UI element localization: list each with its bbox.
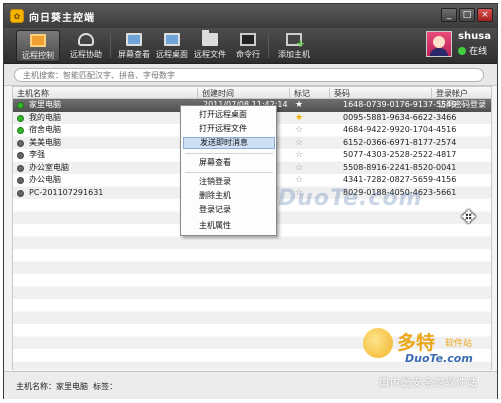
toolbar: 远程控制 远程协助 屏幕查看 远程桌面 远程文件 命令行 添加主机 <box>4 28 497 64</box>
remote-control-button[interactable]: 远程控制 <box>16 30 60 62</box>
column-header-code[interactable]: 葵码 <box>330 88 432 99</box>
remote-desktop-label: 远程桌面 <box>156 50 188 59</box>
menu-item-open-remote-file[interactable]: 打开远程文件 <box>183 123 275 135</box>
footer-host-label: 主机名称： <box>16 382 56 391</box>
star-outline-icon[interactable]: ☆ <box>295 149 303 161</box>
footer-host-value: 家里电脑 <box>56 382 88 391</box>
host-name: 李强 <box>29 150 45 159</box>
command-line-label: 命令行 <box>236 50 260 59</box>
sunflower-logo-icon: ✿ <box>10 9 24 23</box>
menu-divider <box>185 172 273 173</box>
move-cursor-icon: ✥ <box>461 207 477 228</box>
host-name: 我的电脑 <box>29 112 61 122</box>
user-area: shusa 在线 <box>426 31 491 57</box>
watermark-slogan: 国内最安全的软件站 <box>379 378 478 389</box>
menu-item-login-history[interactable]: 登录记录 <box>183 204 275 216</box>
host-code: 4341-7282-0827-5659-4156 <box>343 175 457 184</box>
star-icon[interactable]: ★ <box>295 99 303 111</box>
main-window: ✿ 向日葵主控端 _ □ × 远程控制 远程协助 屏幕查看 远程桌面 远程文件 <box>3 3 498 399</box>
star-outline-icon[interactable]: ☆ <box>295 162 303 174</box>
host-name: 办公电脑 <box>29 175 61 184</box>
add-host-icon <box>286 33 305 50</box>
minimize-button[interactable]: _ <box>441 8 457 22</box>
context-menu: 打开远程桌面 打开远程文件 发送即时消息 屏幕查看 注销登录 删除主机 登录记录… <box>180 105 277 236</box>
add-host-label: 添加主机 <box>278 50 310 59</box>
offline-status-icon <box>17 164 24 172</box>
toolbar-divider <box>268 34 269 58</box>
table-header: 主机名称 创建时间 标记 葵码 登录帐户 <box>12 86 492 99</box>
host-name: 办公室电脑 <box>29 162 69 172</box>
online-status-icon <box>17 127 24 134</box>
star-icon[interactable]: ★ <box>295 112 303 124</box>
user-info: shusa 在线 <box>458 31 491 57</box>
remote-assist-icon <box>78 33 94 46</box>
add-host-button[interactable]: 添加主机 <box>272 30 316 62</box>
host-name: 家里电脑 <box>29 100 61 109</box>
host-code: 5508-8916-2241-8520-0041 <box>343 162 457 172</box>
star-outline-icon[interactable]: ☆ <box>295 137 303 149</box>
menu-divider <box>185 153 273 154</box>
host-code: 0095-5881-9634-6622-3466 <box>343 112 457 122</box>
screen-view-label: 屏幕查看 <box>118 50 150 59</box>
remote-control-label: 远程控制 <box>22 51 54 60</box>
watermark-url: DuoTe.com <box>405 352 473 365</box>
title-bar[interactable]: ✿ 向日葵主控端 _ □ × <box>4 4 497 28</box>
remote-assist-label: 远程协助 <box>70 50 102 59</box>
remote-assist-button[interactable]: 远程协助 <box>64 30 108 62</box>
username: shusa <box>458 31 491 42</box>
close-button[interactable]: × <box>477 8 493 22</box>
offline-status-icon <box>17 152 24 159</box>
screen-view-icon <box>126 33 142 46</box>
watermark-brand-sub: 软件站 <box>445 339 473 349</box>
remote-file-icon <box>202 30 218 46</box>
star-outline-icon[interactable]: ☆ <box>295 124 303 136</box>
online-status-icon <box>17 102 24 109</box>
duote-logo-icon <box>363 328 393 358</box>
menu-item-screen-view[interactable]: 屏幕查看 <box>183 157 275 169</box>
status-dropdown[interactable]: 在线 <box>458 44 491 57</box>
host-code: 6152-0366-6971-8177-2574 <box>343 137 457 147</box>
star-outline-icon[interactable]: ☆ <box>295 174 303 186</box>
footer-tag-label: 标签： <box>93 382 118 391</box>
toolbar-divider <box>110 34 111 58</box>
maximize-button[interactable]: □ <box>459 8 475 22</box>
online-status-icon <box>17 114 24 122</box>
search-bar <box>4 64 497 86</box>
host-name: 宿舍电脑 <box>29 125 61 134</box>
remote-file-label: 远程文件 <box>194 50 226 59</box>
offline-status-icon <box>17 139 24 147</box>
status-text: 在线 <box>469 47 488 57</box>
menu-item-open-remote-desktop[interactable]: 打开远程桌面 <box>183 109 275 121</box>
command-line-button[interactable]: 命令行 <box>226 30 270 62</box>
host-name: PC-201107291631 <box>29 187 104 197</box>
online-status-icon <box>458 46 467 55</box>
remote-control-icon <box>30 34 46 47</box>
host-code: 5077-4303-2528-2522-4817 <box>343 150 457 159</box>
window-title: 向日葵主控端 <box>29 12 95 24</box>
footer-info: 主机名称：家里电脑 标签： <box>16 381 117 392</box>
login-account: 访问密码登录 <box>438 100 486 109</box>
menu-item-delete-host[interactable]: 删除主机 <box>183 190 275 202</box>
offline-status-icon <box>17 177 24 184</box>
host-code: 4684-9422-9920-1704-4516 <box>343 125 457 134</box>
remote-desktop-icon <box>164 33 180 46</box>
menu-item-logout[interactable]: 注销登录 <box>183 176 275 188</box>
watermark-corner: 多特 软件站 DuoTe.com 国内最安全的软件站 <box>361 322 493 394</box>
window-controls: _ □ × <box>441 8 493 22</box>
host-name: 美美电脑 <box>29 137 61 147</box>
menu-item-host-properties[interactable]: 主机属性 <box>183 220 275 232</box>
column-header-login-account[interactable]: 登录帐户 <box>432 88 493 99</box>
column-header-host-name[interactable]: 主机名称 <box>13 88 198 99</box>
menu-item-send-instant-message[interactable]: 发送即时消息 <box>183 137 275 149</box>
search-input[interactable] <box>14 68 484 82</box>
column-header-created-time[interactable]: 创建时间 <box>198 88 290 99</box>
command-line-icon <box>240 33 256 46</box>
watermark-brand: 多特 <box>397 332 436 354</box>
offline-status-icon <box>17 189 24 197</box>
avatar[interactable] <box>426 31 453 57</box>
column-header-mark[interactable]: 标记 <box>290 88 330 99</box>
